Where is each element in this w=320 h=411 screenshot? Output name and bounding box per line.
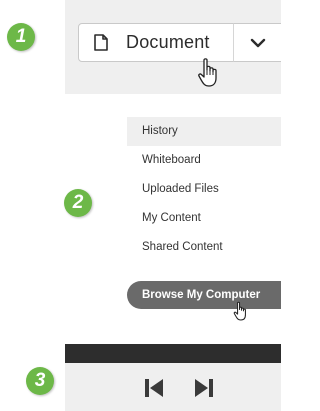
hand-cursor-icon xyxy=(233,301,246,321)
step-badge-1: 1 xyxy=(7,23,35,51)
menu-item-uploaded-files[interactable]: Uploaded Files xyxy=(127,175,281,204)
step-badge-2: 2 xyxy=(64,189,92,217)
document-dropdown-label: Document xyxy=(126,32,210,52)
playback-header-bar xyxy=(65,344,281,363)
hand-cursor-icon xyxy=(198,58,217,87)
content-source-menu: History Whiteboard Uploaded Files My Con… xyxy=(127,117,281,262)
menu-item-whiteboard[interactable]: Whiteboard xyxy=(127,146,281,175)
playback-controls xyxy=(65,363,281,411)
skip-previous-icon[interactable] xyxy=(142,377,166,399)
step-badge-3: 3 xyxy=(26,367,54,395)
browse-my-computer-button[interactable]: Browse My Computer xyxy=(127,281,281,309)
document-dropdown-toggle[interactable] xyxy=(233,23,281,62)
document-icon xyxy=(94,34,108,51)
menu-item-shared-content[interactable]: Shared Content xyxy=(127,233,281,262)
chevron-down-icon xyxy=(250,38,265,47)
menu-item-my-content[interactable]: My Content xyxy=(127,204,281,233)
menu-item-history[interactable]: History xyxy=(127,117,281,146)
skip-next-icon[interactable] xyxy=(192,377,216,399)
